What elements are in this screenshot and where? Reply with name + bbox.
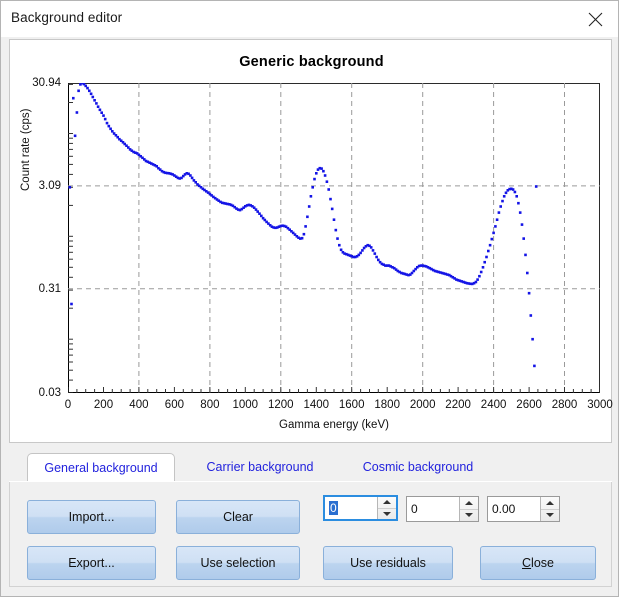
chart-panel: Generic background 30.943.090.310.03 020… [9,39,612,443]
y-axis-label: Count rate (cps) [20,109,32,191]
x-tick-label: 2800 [552,399,578,411]
spinner-first-up[interactable] [378,497,396,509]
x-tick-label: 1200 [268,399,294,411]
y-tick-label: 0.03 [39,387,61,399]
x-tick-label: 3000 [587,399,613,411]
use-residuals-button[interactable]: Use residuals [323,546,453,580]
y-tick-label: 3.09 [39,180,61,192]
x-tick-label: 2400 [481,399,507,411]
background-editor-window: Background editor Generic background 30.… [0,0,619,597]
x-tick-label: 2000 [410,399,436,411]
import-button[interactable]: Import... [27,500,156,534]
chart-title: Generic background [10,54,613,70]
use-selection-button-label: Use selection [200,556,275,570]
x-axis-label: Gamma energy (keV) [68,419,600,431]
close-icon[interactable] [572,1,618,37]
x-tick-label: 200 [94,399,113,411]
close-label-rest: lose [531,556,554,570]
export-button[interactable]: Export... [27,546,156,580]
spinner-second-arrows[interactable] [459,497,478,521]
spinner-second-value[interactable]: 0 [407,497,459,521]
spinner-second[interactable]: 0 [406,496,479,522]
spinner-third-down[interactable] [541,510,559,522]
tab-label: Cosmic background [363,460,473,474]
tab-general-background[interactable]: General background [27,453,175,481]
tab-strip: General background Carrier background Co… [9,451,612,481]
x-tick-label: 2200 [445,399,471,411]
x-tick-label: 1600 [339,399,365,411]
title-bar: Background editor [1,1,618,37]
close-button-label: Close [522,556,554,570]
clear-button[interactable]: Clear [176,500,300,534]
close-button[interactable]: Close [480,546,596,580]
x-tick-label: 400 [129,399,148,411]
use-selection-button[interactable]: Use selection [176,546,300,580]
spectrum-scatter-plot [68,83,600,393]
spinner-third-arrows[interactable] [540,497,559,521]
x-tick-label: 0 [65,399,71,411]
spinner-first[interactable]: 0 [323,495,398,521]
x-tick-label: 1000 [233,399,259,411]
tab-label: Carrier background [207,460,314,474]
spinner-third-up[interactable] [541,497,559,510]
clear-button-label: Clear [223,510,253,524]
close-accel-letter: C [522,556,531,570]
spinner-first-arrows[interactable] [377,497,396,519]
spinner-second-up[interactable] [460,497,478,510]
spinner-third[interactable]: 0.00 [487,496,560,522]
controls-panel: Import... Export... Clear Use selection … [9,482,612,587]
x-tick-label: 800 [200,399,219,411]
tab-label: General background [44,461,157,475]
export-button-label: Export... [68,556,115,570]
x-tick-label: 1800 [374,399,400,411]
use-residuals-button-label: Use residuals [350,556,426,570]
tab-cosmic-background[interactable]: Cosmic background [345,453,491,481]
x-tick-label: 600 [165,399,184,411]
plot-area[interactable]: 30.943.090.310.03 0200400600800100012001… [68,83,600,393]
y-tick-label: 30.94 [32,77,61,89]
x-tick-label: 1400 [304,399,330,411]
spinner-second-down[interactable] [460,510,478,522]
tab-carrier-background[interactable]: Carrier background [187,453,333,481]
x-tick-label: 2600 [516,399,542,411]
spinner-first-value[interactable]: 0 [325,497,377,519]
spinner-third-value[interactable]: 0.00 [488,497,540,521]
y-tick-label: 0.31 [39,283,61,295]
window-title: Background editor [11,10,122,25]
import-button-label: Import... [69,510,115,524]
spinner-first-down[interactable] [378,509,396,520]
